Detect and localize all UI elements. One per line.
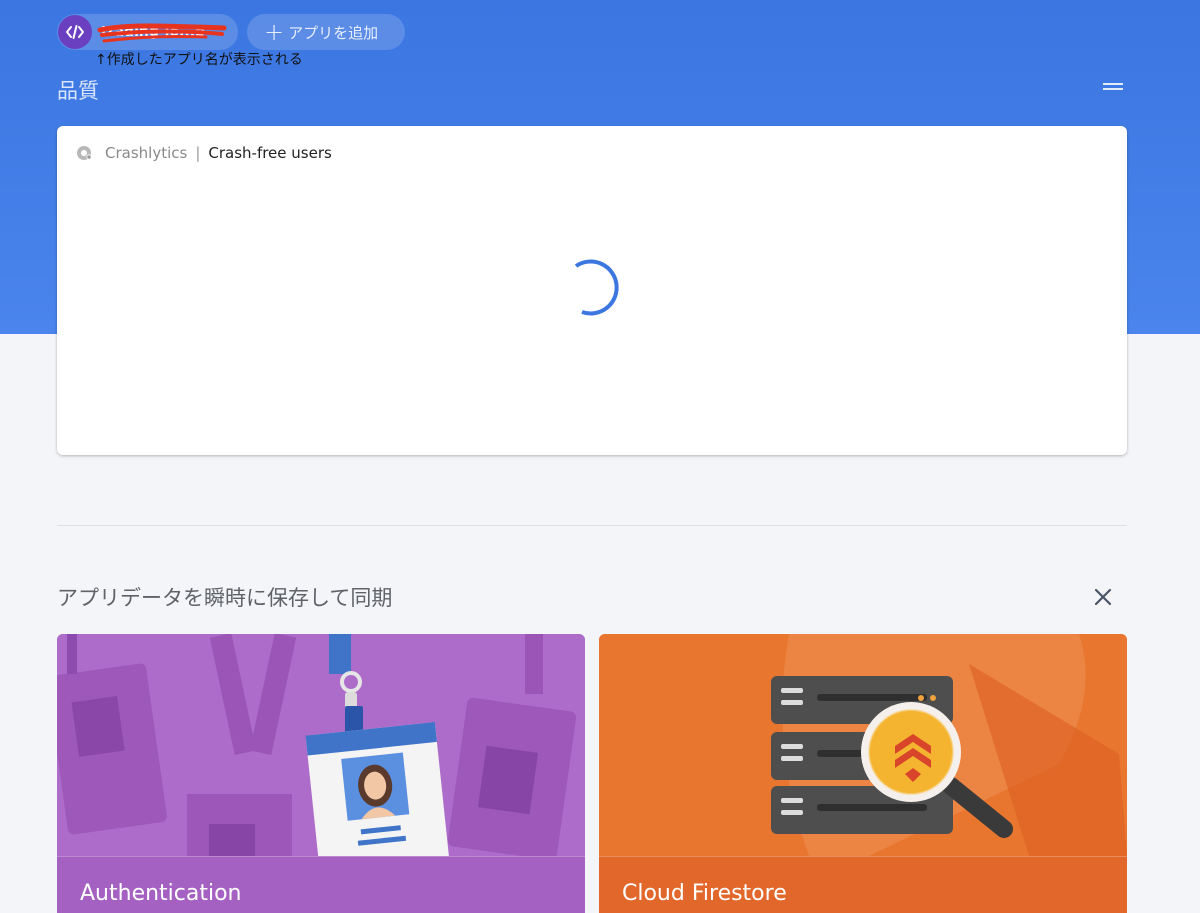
authentication-label: Authentication [80, 881, 242, 906]
database-search-illustration [599, 634, 1127, 856]
add-app-label: アプリを追加 [288, 23, 379, 42]
cloud-firestore-card[interactable]: Cloud Firestore [599, 634, 1127, 913]
redaction-scribble [97, 23, 227, 43]
cloud-firestore-label: Cloud Firestore [622, 881, 787, 906]
service-name: Crashlytics [105, 144, 188, 162]
authentication-card[interactable]: Authentication [57, 634, 585, 913]
crashlytics-icon [77, 146, 92, 160]
menu-icon[interactable] [1103, 82, 1123, 92]
add-app-button[interactable]: + アプリを追加 [247, 14, 405, 50]
code-icon [58, 15, 92, 49]
header-separator: | [195, 144, 201, 162]
card-header: Crashlytics | Crash-free users [75, 144, 332, 162]
metric-name: Crash-free users [208, 144, 332, 162]
plus-icon: + [264, 18, 285, 46]
quality-section-title: 品質 [57, 79, 99, 103]
crash-free-users-card[interactable]: Crashlytics | Crash-free users [57, 126, 1127, 455]
annotation-note: ↑作成したアプリ名が表示される [95, 52, 303, 68]
section-divider [57, 525, 1127, 526]
id-badge-illustration [57, 634, 585, 856]
close-icon[interactable] [1092, 586, 1114, 608]
sync-section-title: アプリデータを瞬時に保存して同期 [57, 586, 393, 610]
loading-spinner [574, 259, 619, 316]
